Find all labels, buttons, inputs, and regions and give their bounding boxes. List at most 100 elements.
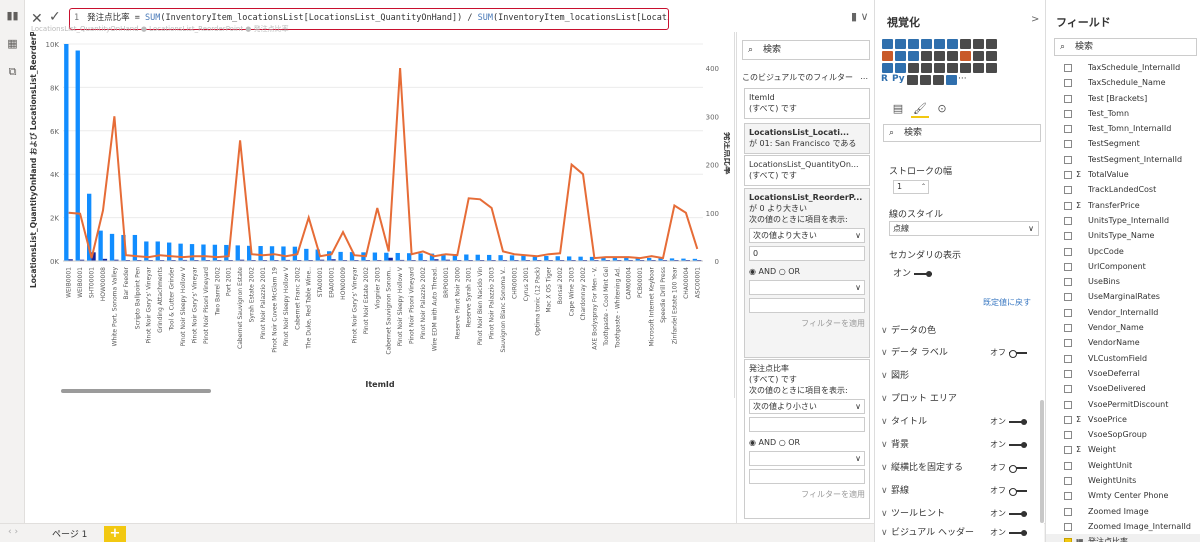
section-title[interactable]: ∨ タイトル オン [881, 411, 1041, 433]
reset-default-link[interactable]: 既定値に戻す [983, 297, 1031, 308]
field-checkbox[interactable] [1064, 171, 1072, 180]
field-item[interactable]: Zoomed Image [1046, 504, 1200, 519]
field-checkbox[interactable] [1064, 538, 1072, 542]
field-item[interactable]: VsoeDeferral [1046, 366, 1200, 381]
filter-operator-select-3[interactable]: 次の値より小さい ∨ [749, 399, 865, 414]
field-item[interactable]: WeightUnits [1046, 473, 1200, 488]
filter-card-quantity[interactable]: LocationsList_QuantityOn... (すべて) です [744, 155, 870, 186]
filter-card-ratio[interactable]: 発注点比率 (すべて) です 次の値のときに項目を表示: 次の値より小さい ∨ ◉… [744, 359, 870, 519]
analytics-tab-icon[interactable]: ⊙ [933, 102, 951, 118]
fields-tab-icon[interactable]: ▤ [889, 102, 907, 118]
visual-type-gallery[interactable]: R Py ··· [881, 38, 1031, 86]
field-item[interactable]: VsoePermitDiscount [1046, 397, 1200, 412]
format-tab-icon[interactable]: 🖌 [911, 102, 929, 118]
field-checkbox[interactable] [1064, 155, 1072, 164]
apply-filter-button[interactable]: フィルターを適用 [749, 318, 865, 329]
field-checkbox[interactable] [1064, 140, 1072, 149]
filter-operator-select-2[interactable]: ∨ [749, 280, 865, 295]
section-background[interactable]: ∨ 背景 オン [881, 434, 1041, 456]
field-item[interactable]: Σ Weight [1046, 442, 1200, 457]
and-or-radio[interactable]: ◉ AND ○ OR [749, 266, 865, 277]
field-item[interactable]: Vendor_InternalId [1046, 305, 1200, 320]
field-checkbox[interactable] [1064, 324, 1072, 333]
field-checkbox[interactable] [1064, 94, 1072, 103]
field-item[interactable]: Σ VsoePrice [1046, 412, 1200, 427]
field-checkbox[interactable] [1064, 431, 1072, 440]
field-item[interactable]: UseMarginalRates [1046, 289, 1200, 304]
filter-operator-select-4[interactable]: ∨ [749, 451, 865, 466]
field-item[interactable]: Test [Brackets] [1046, 91, 1200, 106]
field-item[interactable]: TestSegment [1046, 136, 1200, 151]
filter-value-input-4[interactable] [749, 469, 865, 484]
field-checkbox[interactable] [1064, 109, 1072, 118]
field-item[interactable]: Σ TransferPrice [1046, 198, 1200, 213]
field-checkbox[interactable] [1064, 369, 1072, 378]
viz-scrollbar[interactable] [1040, 400, 1044, 523]
expand-formula-icon[interactable]: ▮ ∨ [851, 10, 869, 23]
field-checkbox[interactable] [1064, 446, 1072, 455]
field-checkbox[interactable] [1064, 354, 1072, 363]
stroke-width-stepper[interactable]: 1 ⌃ [893, 180, 929, 194]
commit-formula-icon[interactable]: ✓ [49, 9, 61, 25]
line-style-select[interactable]: 点線 ∨ [889, 221, 1039, 236]
field-checkbox[interactable] [1064, 477, 1072, 486]
filter-value-input-3[interactable] [749, 417, 865, 432]
page-tab[interactable]: ページ 1 [52, 527, 87, 540]
field-checkbox[interactable] [1064, 522, 1072, 531]
filter-card-reorder[interactable]: LocationsList_ReorderP... が 0 より大きい 次の値の… [744, 188, 870, 358]
field-item[interactable]: Wmty Center Phone [1046, 488, 1200, 503]
filter-card-location[interactable]: LocationsList_Locati... が 01: San Franci… [744, 123, 870, 154]
section-lock-aspect[interactable]: ∨ 縦横比を固定する オフ [881, 457, 1041, 479]
field-item[interactable]: UnitsType_InternalId [1046, 213, 1200, 228]
field-item[interactable]: UseBins [1046, 274, 1200, 289]
field-item[interactable]: VendorName [1046, 335, 1200, 350]
filter-value-input[interactable]: 0 [749, 246, 865, 261]
field-checkbox[interactable] [1064, 400, 1072, 409]
fields-search-input[interactable]: ⌕ 検索 [1054, 38, 1197, 56]
field-checkbox[interactable] [1064, 293, 1072, 302]
section-border[interactable]: ∨ 罫線 オフ [881, 480, 1041, 502]
section-visual-header[interactable]: ∨ ビジュアル ヘッダー オン [881, 524, 1041, 542]
filter-operator-select[interactable]: 次の値より大きい ∨ [749, 228, 865, 243]
field-checkbox[interactable] [1064, 262, 1072, 271]
section-data-labels[interactable]: ∨ データ ラベル オフ [881, 342, 1041, 364]
field-checkbox[interactable] [1064, 125, 1072, 134]
field-item[interactable]: VsoeSopGroup [1046, 427, 1200, 442]
field-item[interactable]: Zoomed Image_InternalId [1046, 519, 1200, 534]
section-tooltip[interactable]: ∨ ツールヒント オン [881, 503, 1041, 525]
field-checkbox[interactable] [1064, 64, 1072, 72]
format-search-input[interactable]: ⌕ 検索 [883, 124, 1041, 142]
combo-chart[interactable]: 0K2K4K6K8K10K 0100200300400 WEIB0001 WEIB… [25, 32, 730, 398]
field-item[interactable]: TaxSchedule_InternalId [1046, 60, 1200, 75]
filter-card-itemid[interactable]: ItemId (すべて) です [744, 88, 870, 119]
section-shapes[interactable]: ∨ 図形 [881, 365, 1041, 387]
field-item[interactable]: UnitsType_Name [1046, 228, 1200, 243]
field-item[interactable]: TestSegment_InternalId [1046, 152, 1200, 167]
section-data-colors[interactable]: ∨ データの色 [881, 320, 1041, 342]
data-view-icon[interactable]: ▦ [6, 38, 19, 50]
field-checkbox[interactable] [1064, 461, 1072, 470]
apply-filter-button-2[interactable]: フィルターを適用 [749, 489, 865, 500]
field-item[interactable]: VLCustomField [1046, 351, 1200, 366]
field-item[interactable]: VsoeDelivered [1046, 381, 1200, 396]
more-options-icon[interactable]: ... [860, 72, 868, 81]
secondary-toggle[interactable]: オン [893, 266, 933, 279]
field-checkbox[interactable] [1064, 339, 1072, 348]
field-checkbox[interactable] [1064, 79, 1072, 88]
field-item[interactable]: Vendor_Name [1046, 320, 1200, 335]
field-checkbox[interactable] [1064, 385, 1072, 394]
field-item[interactable]: WeightUnit [1046, 458, 1200, 473]
section-plot-area[interactable]: ∨ プロット エリア [881, 388, 1041, 410]
field-checkbox[interactable] [1064, 308, 1072, 317]
report-view-icon[interactable]: ▮▮ [6, 10, 19, 22]
collapse-viz-icon[interactable]: > [1031, 14, 1039, 25]
field-checkbox[interactable] [1064, 232, 1072, 241]
filter-search-input[interactable]: ⌕ 検索 [742, 40, 870, 60]
field-checkbox[interactable] [1064, 186, 1072, 195]
add-page-button[interactable]: + [104, 526, 126, 542]
model-view-icon[interactable]: ⧉ [6, 66, 19, 78]
field-item[interactable]: Σ TotalValue [1046, 167, 1200, 182]
field-checkbox[interactable] [1064, 492, 1072, 501]
field-item[interactable]: TaxSchedule_Name [1046, 75, 1200, 90]
field-item[interactable]: UrlComponent [1046, 259, 1200, 274]
